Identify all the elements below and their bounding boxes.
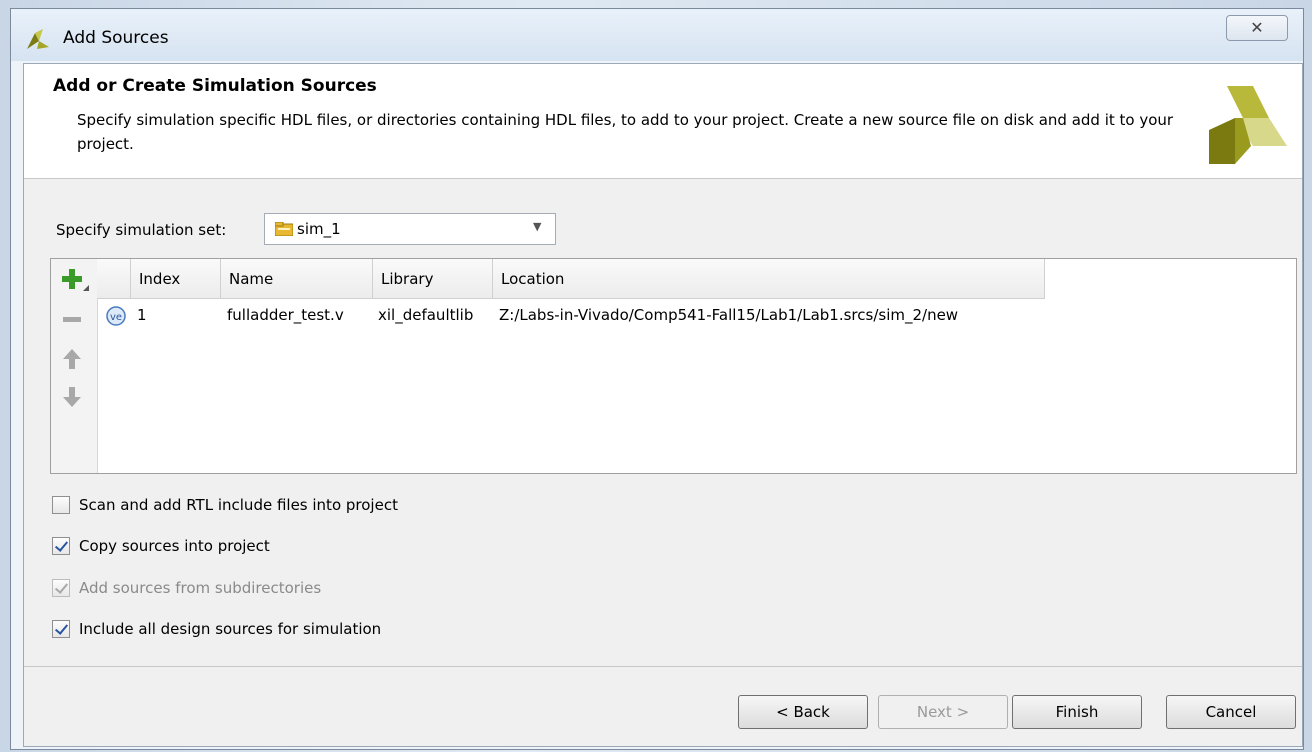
- column-header-location[interactable]: Location: [493, 259, 1045, 299]
- column-header-name[interactable]: Name: [221, 259, 373, 299]
- checkbox-box[interactable]: [52, 537, 70, 555]
- column-header-library[interactable]: Library: [373, 259, 493, 299]
- row-location: Z:/Labs-in-Vivado/Comp541-Fall15/Lab1/La…: [499, 306, 959, 324]
- checkbox-label: Add sources from subdirectories: [79, 579, 322, 597]
- xilinx-logo-icon: [1209, 86, 1287, 164]
- row-index: 1: [137, 306, 147, 324]
- cancel-button[interactable]: Cancel: [1166, 695, 1296, 729]
- row-name: fulladder_test.v: [227, 306, 344, 324]
- add-subdirectories-checkbox: Add sources from subdirectories: [52, 575, 321, 601]
- folder-icon: [275, 222, 293, 236]
- copy-sources-checkbox[interactable]: Copy sources into project: [52, 533, 270, 559]
- close-button[interactable]: ✕: [1226, 15, 1288, 41]
- title-bar: Add Sources ✕: [11, 9, 1303, 61]
- vivado-app-icon: [27, 29, 49, 49]
- table-toolbar: [51, 259, 98, 473]
- column-header-icon: [97, 259, 131, 299]
- dialog-body: Add or Create Simulation Sources Specify…: [23, 63, 1303, 747]
- sources-table-panel: Index Name Library Location ve 1 fulladd…: [50, 258, 1297, 474]
- next-button[interactable]: Next >: [878, 695, 1008, 729]
- simulation-set-value: sim_1: [297, 220, 341, 238]
- checkbox-box[interactable]: [52, 620, 70, 638]
- page-title: Add or Create Simulation Sources: [53, 76, 377, 96]
- minus-icon: [63, 317, 81, 322]
- add-source-button[interactable]: [57, 265, 91, 295]
- checkbox-box[interactable]: [52, 496, 70, 514]
- checkbox-label: Include all design sources for simulatio…: [79, 620, 382, 638]
- checkbox-box: [52, 579, 70, 597]
- scan-rtl-include-checkbox[interactable]: Scan and add RTL include files into proj…: [52, 492, 398, 518]
- checkbox-label: Scan and add RTL include files into proj…: [79, 496, 398, 514]
- move-down-button[interactable]: [57, 381, 91, 411]
- footer-divider: [24, 666, 1302, 667]
- arrow-down-icon: [63, 387, 81, 407]
- remove-source-button[interactable]: [57, 305, 91, 335]
- column-header-index[interactable]: Index: [131, 259, 221, 299]
- window-title: Add Sources: [63, 28, 169, 48]
- chevron-down-icon: ▼: [533, 220, 542, 233]
- move-up-button[interactable]: [57, 345, 91, 375]
- include-design-sources-checkbox[interactable]: Include all design sources for simulatio…: [52, 616, 381, 642]
- simulation-set-dropdown[interactable]: sim_1 ▼: [264, 213, 556, 245]
- row-library: xil_defaultlib: [378, 306, 474, 324]
- checkbox-label: Copy sources into project: [79, 537, 270, 555]
- back-button[interactable]: < Back: [738, 695, 868, 729]
- svg-text:ve: ve: [110, 312, 122, 323]
- plus-icon: [62, 269, 89, 291]
- finish-button[interactable]: Finish: [1012, 695, 1142, 729]
- page-description: Specify simulation specific HDL files, o…: [77, 111, 1174, 153]
- header-panel: Add or Create Simulation Sources Specify…: [24, 64, 1302, 179]
- simulation-set-label: Specify simulation set:: [56, 221, 227, 239]
- verilog-file-icon: ve: [101, 300, 131, 330]
- arrow-up-icon: [63, 349, 81, 369]
- add-sources-dialog: Add Sources ✕ Add or Create Simulation S…: [10, 8, 1304, 750]
